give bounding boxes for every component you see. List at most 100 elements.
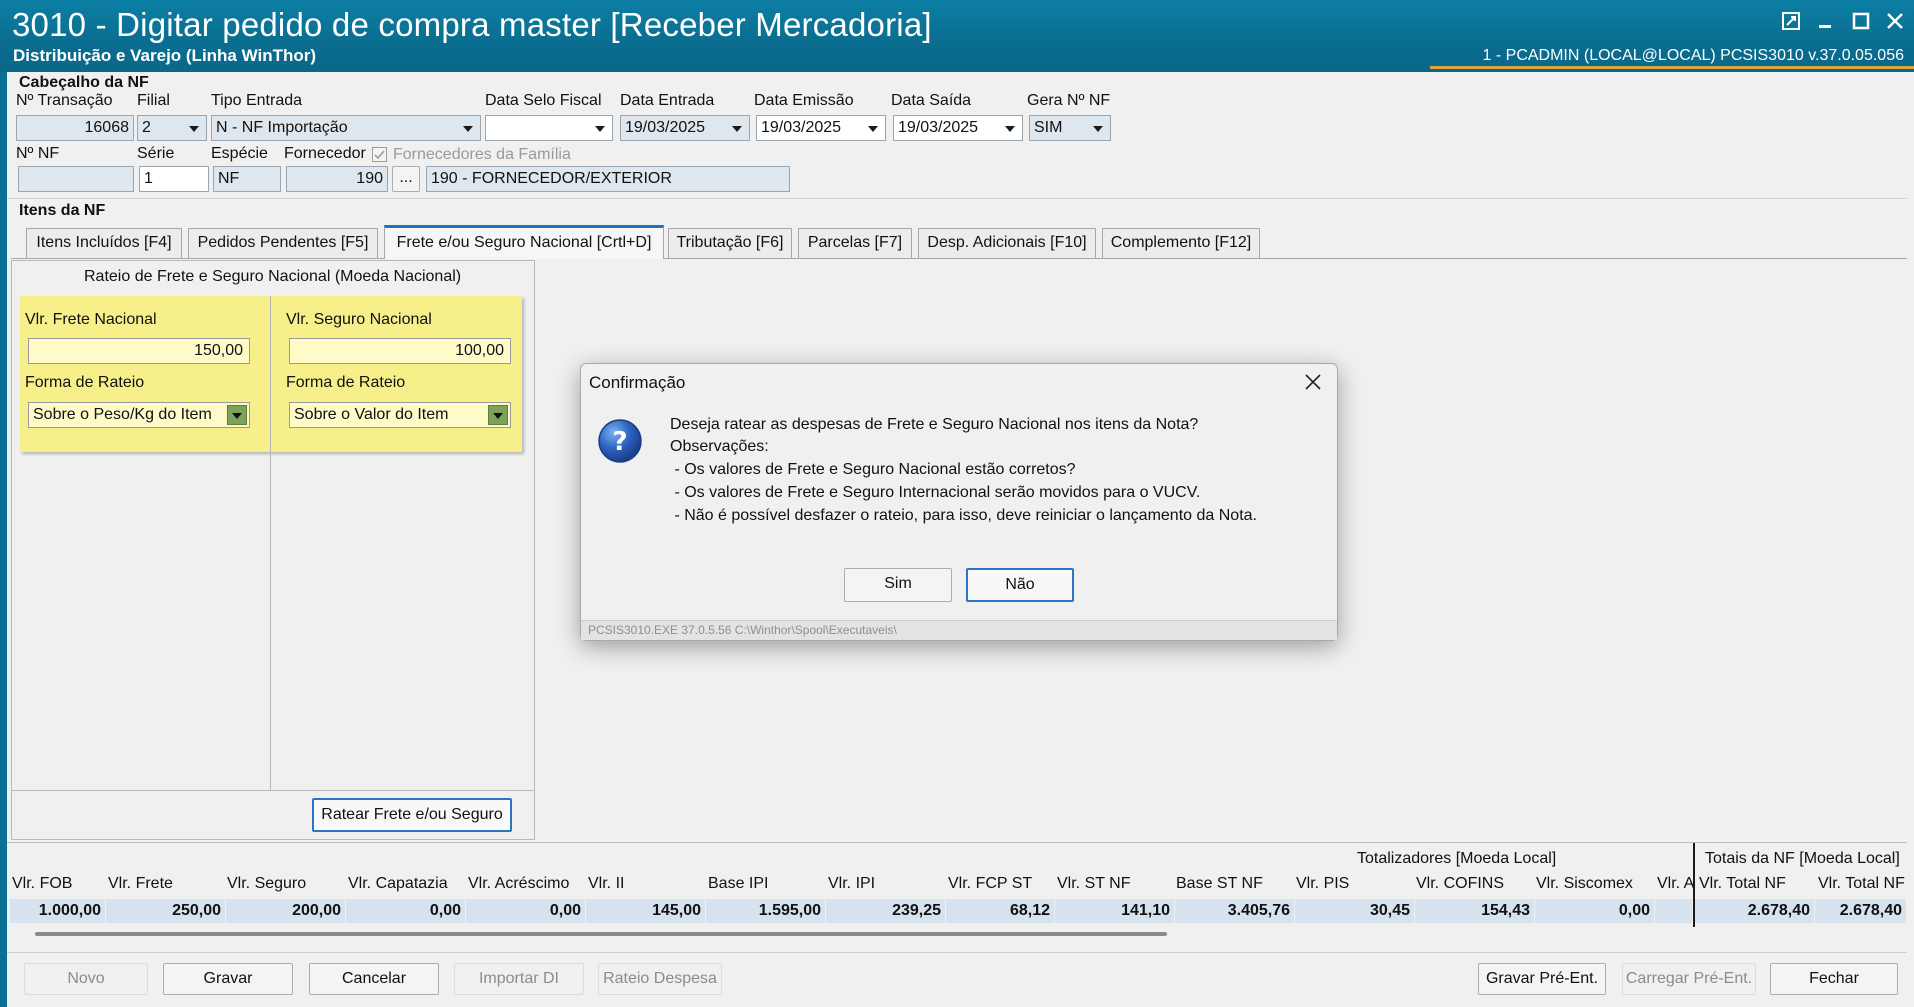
window-subtitle: Distribuição e Varejo (Linha WinThor) bbox=[13, 46, 317, 65]
col-vlr-frete: Vlr. Frete bbox=[108, 875, 173, 892]
filial-select[interactable]: 2 bbox=[137, 115, 207, 141]
tab-desp-adicionais[interactable]: Desp. Adicionais [F10] bbox=[918, 228, 1096, 258]
col-vlr-seguro: Vlr. Seguro bbox=[227, 875, 307, 892]
chevron-down-icon[interactable] bbox=[589, 117, 611, 139]
chevron-down-icon[interactable] bbox=[1087, 117, 1109, 139]
title-bar: 3010 - Digitar pedido de compra master [… bbox=[0, 0, 1914, 72]
tab-strip-line bbox=[11, 258, 1907, 259]
seguro-label: Vlr. Seguro Nacional bbox=[286, 311, 432, 328]
data-entrada-value: 19/03/2025 bbox=[625, 119, 706, 136]
data-saida-field[interactable]: 19/03/2025 bbox=[893, 115, 1023, 141]
chevron-down-icon[interactable] bbox=[183, 117, 205, 139]
n-transacao-label: Nº Transação bbox=[16, 92, 113, 109]
restore-icon[interactable] bbox=[1776, 8, 1806, 38]
maximize-icon[interactable] bbox=[1846, 8, 1876, 38]
chevron-down-icon[interactable] bbox=[227, 405, 247, 425]
dialog-no-button[interactable]: Não bbox=[966, 568, 1074, 602]
col-vlr-cofins: Vlr. COFINS bbox=[1416, 875, 1505, 892]
close-icon[interactable] bbox=[1880, 8, 1910, 38]
val-vlr-seguro: 200,00 bbox=[226, 899, 346, 923]
seguro-input[interactable]: 100,00 bbox=[289, 338, 511, 364]
tipo-entrada-value: N - NF Importação bbox=[216, 119, 348, 136]
col-base-ipi: Base IPI bbox=[708, 875, 769, 892]
dialog-close-icon[interactable] bbox=[1299, 368, 1327, 396]
especie-field[interactable]: NF bbox=[213, 166, 281, 192]
dialog-yes-button[interactable]: Sim bbox=[844, 568, 952, 602]
novo-button[interactable]: Novo bbox=[24, 963, 148, 995]
footer-divider bbox=[7, 952, 1907, 953]
col-vlr-fob: Vlr. FOB bbox=[12, 875, 73, 892]
chevron-down-icon[interactable] bbox=[726, 117, 748, 139]
tab-parcelas[interactable]: Parcelas [F7] bbox=[798, 228, 912, 258]
forma-rateio-frete-select[interactable]: Sobre o Peso/Kg do Item bbox=[28, 402, 250, 428]
cancelar-button[interactable]: Cancelar bbox=[309, 963, 439, 995]
val-vlr-cofins: 154,43 bbox=[1415, 899, 1535, 923]
forma-rateio-seguro-value: Sobre o Valor do Item bbox=[294, 406, 449, 423]
tab-frete-seguro-nacional[interactable]: Frete e/ou Seguro Nacional [Crtl+D] bbox=[384, 225, 664, 259]
data-emissao-field[interactable]: 19/03/2025 bbox=[756, 115, 886, 141]
forma-rateio-seguro-label: Forma de Rateio bbox=[286, 374, 406, 391]
forma-rateio-seguro-select[interactable]: Sobre o Valor do Item bbox=[289, 402, 511, 428]
fechar-button[interactable]: Fechar bbox=[1770, 963, 1898, 995]
val-vlr-ipi: 239,25 bbox=[826, 899, 946, 923]
col-base-st-nf: Base ST NF bbox=[1176, 875, 1263, 892]
carregar-pre-entrada-button[interactable]: Carregar Pré-Ent. bbox=[1622, 963, 1756, 995]
frete-input[interactable]: 150,00 bbox=[28, 338, 250, 364]
fornecedor-search-button[interactable]: ... bbox=[392, 166, 420, 192]
rateio-despesa-button[interactable]: Rateio Despesa bbox=[598, 963, 722, 995]
chevron-down-icon[interactable] bbox=[488, 405, 508, 425]
val-vlr-total-nf-2: 2.678,40 bbox=[1815, 899, 1907, 923]
data-entrada-label: Data Entrada bbox=[620, 92, 715, 109]
tab-pedidos-pendentes[interactable]: Pedidos Pendentes [F5] bbox=[188, 228, 378, 258]
data-emissao-value: 19/03/2025 bbox=[761, 119, 842, 136]
n-transacao-field[interactable]: 16068 bbox=[16, 115, 134, 141]
dialog-footer-path: PCSIS3010.EXE 37.0.5.56 C:\Winthor\Spool… bbox=[581, 620, 1337, 640]
chevron-down-icon[interactable] bbox=[457, 117, 479, 139]
val-vlr-capatazia: 0,00 bbox=[346, 899, 466, 923]
ratear-button[interactable]: Ratear Frete e/ou Seguro bbox=[312, 798, 512, 832]
col-vlr-total-nf-2: Vlr. Total NF bbox=[1818, 875, 1905, 892]
col-vlr-acrescimo: Vlr. Acréscimo bbox=[468, 875, 570, 892]
col-vlr-a: Vlr. A bbox=[1657, 875, 1693, 892]
gravar-button[interactable]: Gravar bbox=[163, 963, 293, 995]
fornecedores-familia-checkbox[interactable] bbox=[372, 147, 387, 162]
val-vlr-pis: 30,45 bbox=[1295, 899, 1415, 923]
data-saida-value: 19/03/2025 bbox=[898, 119, 979, 136]
rateio-bottom-line bbox=[11, 790, 535, 791]
col-vlr-siscomex: Vlr. Siscomex bbox=[1536, 875, 1633, 892]
n-nf-field[interactable] bbox=[18, 166, 134, 192]
col-vlr-pis: Vlr. PIS bbox=[1296, 875, 1350, 892]
val-vlr-st-nf: 141,10 bbox=[1055, 899, 1175, 923]
serie-label: Série bbox=[137, 145, 175, 162]
col-vlr-total-nf-1: Vlr. Total NF bbox=[1699, 875, 1786, 892]
horizontal-scrollbar[interactable] bbox=[35, 932, 1167, 936]
question-icon: ? bbox=[597, 418, 643, 464]
fornecedor-code-field[interactable]: 190 bbox=[286, 166, 388, 192]
importar-di-button[interactable]: Importar DI bbox=[454, 963, 584, 995]
chevron-down-icon[interactable] bbox=[862, 117, 884, 139]
data-entrada-field[interactable]: 19/03/2025 bbox=[620, 115, 750, 141]
data-selo-field[interactable] bbox=[485, 115, 613, 141]
col-vlr-ipi: Vlr. IPI bbox=[828, 875, 876, 892]
val-vlr-total-nf-1: 2.678,40 bbox=[1695, 899, 1815, 923]
items-section-title: Itens da NF bbox=[19, 202, 106, 219]
dialog-line-2: Observações: bbox=[670, 438, 769, 455]
tab-tributacao[interactable]: Tributação [F6] bbox=[668, 228, 792, 258]
tab-itens-incluidos[interactable]: Itens Incluídos [F4] bbox=[26, 228, 182, 258]
dialog-body: ? Deseja ratear as despesas de Frete e S… bbox=[581, 404, 1337, 582]
chevron-down-icon[interactable] bbox=[999, 117, 1021, 139]
dialog-title: Confirmação bbox=[589, 373, 686, 392]
gera-nf-select[interactable]: SIM bbox=[1029, 115, 1111, 141]
n-nf-label: Nº NF bbox=[16, 145, 60, 162]
col-vlr-capatazia: Vlr. Capatazia bbox=[348, 875, 448, 892]
val-vlr-frete: 250,00 bbox=[106, 899, 226, 923]
gravar-pre-entrada-button[interactable]: Gravar Pré-Ent. bbox=[1478, 963, 1606, 995]
rateio-title: Rateio de Frete e Seguro Nacional (Moeda… bbox=[84, 268, 462, 285]
val-vlr-a bbox=[1655, 899, 1693, 923]
serie-field[interactable]: 1 bbox=[139, 166, 209, 192]
totalizadores-label: Totalizadores [Moeda Local] bbox=[1357, 850, 1557, 867]
confirmation-dialog: Confirmação ? Deseja ratear as despesas … bbox=[580, 363, 1338, 641]
minimize-icon[interactable] bbox=[1810, 8, 1840, 38]
tipo-entrada-select[interactable]: N - NF Importação bbox=[211, 115, 481, 141]
tab-complemento[interactable]: Complemento [F12] bbox=[1102, 228, 1260, 258]
